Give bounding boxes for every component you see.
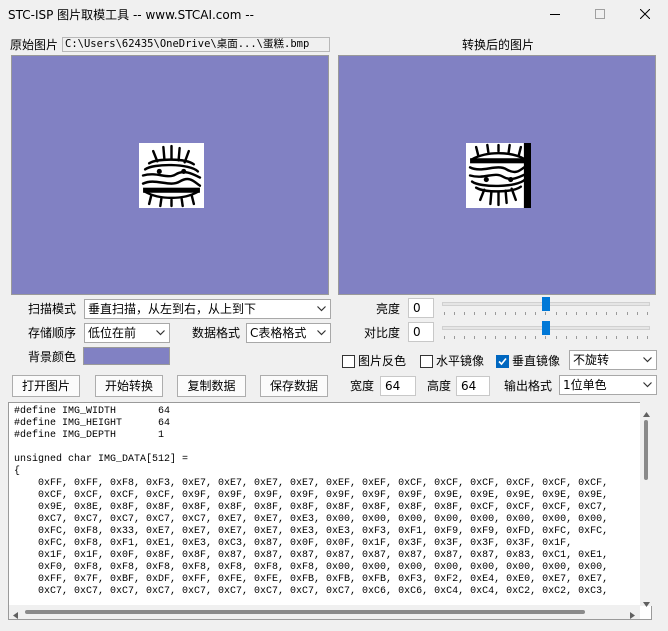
- scan-mode-value: 垂直扫描，从左到右，从上到下: [88, 302, 257, 316]
- hmirror-checkbox[interactable]: 水平镜像: [420, 353, 484, 369]
- rotation-select[interactable]: 不旋转: [569, 350, 657, 370]
- contrast-slider-thumb[interactable]: [542, 321, 550, 335]
- width-field[interactable]: 64: [380, 376, 416, 396]
- horizontal-scroll-thumb[interactable]: [25, 610, 585, 614]
- converted-image-label: 转换后的图片: [462, 38, 535, 52]
- code-output-textarea[interactable]: #define IMG_WIDTH 64 #define IMG_HEIGHT …: [8, 402, 652, 620]
- output-format-label: 输出格式: [504, 379, 553, 393]
- chevron-down-icon: [642, 351, 652, 369]
- brightness-slider-ticks: [444, 312, 648, 315]
- height-field[interactable]: 64: [456, 376, 490, 396]
- vmirror-label: 垂直镜像: [512, 354, 561, 368]
- save-data-button[interactable]: 保存数据: [260, 375, 328, 397]
- brightness-label: 亮度: [376, 302, 401, 316]
- scroll-up-icon[interactable]: [643, 406, 650, 420]
- bg-color-swatch[interactable]: [83, 347, 170, 365]
- storage-order-value: 低位在前: [88, 326, 137, 340]
- scroll-down-icon[interactable]: [643, 596, 650, 610]
- scroll-right-icon[interactable]: [630, 608, 635, 622]
- bg-color-label: 背景颜色: [28, 350, 77, 364]
- vertical-scrollbar[interactable]: [640, 402, 652, 607]
- invert-checkbox[interactable]: 图片反色: [342, 353, 406, 369]
- output-format-value: 1位单色: [563, 378, 607, 392]
- vertical-scroll-thumb[interactable]: [644, 420, 648, 480]
- brightness-slider[interactable]: [442, 296, 650, 316]
- height-label: 高度: [427, 379, 452, 393]
- chevron-down-icon: [316, 324, 326, 342]
- original-image-label: 原始图片: [10, 38, 59, 52]
- brightness-value[interactable]: 0: [408, 298, 434, 318]
- data-format-label: 数据格式: [192, 326, 241, 340]
- vmirror-checkbox[interactable]: 垂直镜像: [496, 353, 560, 369]
- converted-image-panel: [338, 55, 656, 295]
- horizontal-scrollbar[interactable]: [9, 605, 640, 619]
- storage-order-label: 存储顺序: [28, 326, 77, 340]
- scan-mode-label: 扫描模式: [28, 302, 77, 316]
- chevron-down-icon: [155, 324, 165, 342]
- data-format-value: C表格格式: [250, 326, 307, 340]
- open-image-button[interactable]: 打开图片: [12, 375, 80, 397]
- contrast-slider-ticks: [444, 336, 648, 339]
- close-icon[interactable]: [622, 0, 667, 27]
- checkmark-icon: [498, 357, 507, 365]
- copy-data-button[interactable]: 复制数据: [177, 375, 246, 397]
- window-title: STC-ISP 图片取模工具 -- www.STCAI.com --: [8, 8, 254, 22]
- hmirror-label: 水平镜像: [436, 354, 485, 368]
- original-image-panel: [11, 55, 329, 295]
- contrast-slider[interactable]: [442, 320, 650, 340]
- data-format-select[interactable]: C表格格式: [246, 323, 331, 343]
- width-label: 宽度: [350, 379, 375, 393]
- hmirror-checkbox-box[interactable]: [420, 354, 433, 368]
- brightness-slider-thumb[interactable]: [542, 297, 550, 311]
- maximize-icon[interactable]: [577, 0, 622, 27]
- invert-checkbox-box[interactable]: [342, 354, 355, 368]
- scroll-left-icon[interactable]: [13, 608, 18, 622]
- minimize-icon[interactable]: [532, 0, 577, 27]
- storage-order-select[interactable]: 低位在前: [84, 323, 170, 343]
- rotation-value: 不旋转: [573, 353, 610, 367]
- cake-image: [139, 143, 204, 208]
- converted-cake-image: [466, 143, 531, 208]
- vmirror-checkbox-box[interactable]: [496, 354, 509, 368]
- output-format-select[interactable]: 1位单色: [559, 375, 657, 395]
- file-path-field[interactable]: C:\Users\62435\OneDrive\桌面...\蛋糕.bmp: [62, 37, 330, 52]
- code-output-text: #define IMG_WIDTH 64 #define IMG_HEIGHT …: [14, 406, 609, 597]
- contrast-label: 对比度: [364, 326, 401, 340]
- start-convert-button[interactable]: 开始转换: [95, 375, 163, 397]
- scan-mode-select[interactable]: 垂直扫描，从左到右，从上到下: [84, 299, 331, 319]
- invert-label: 图片反色: [358, 354, 407, 368]
- title-bar[interactable]: STC-ISP 图片取模工具 -- www.STCAI.com --: [0, 0, 668, 27]
- chevron-down-icon: [316, 300, 326, 318]
- contrast-value[interactable]: 0: [408, 322, 434, 342]
- chevron-down-icon: [642, 376, 652, 394]
